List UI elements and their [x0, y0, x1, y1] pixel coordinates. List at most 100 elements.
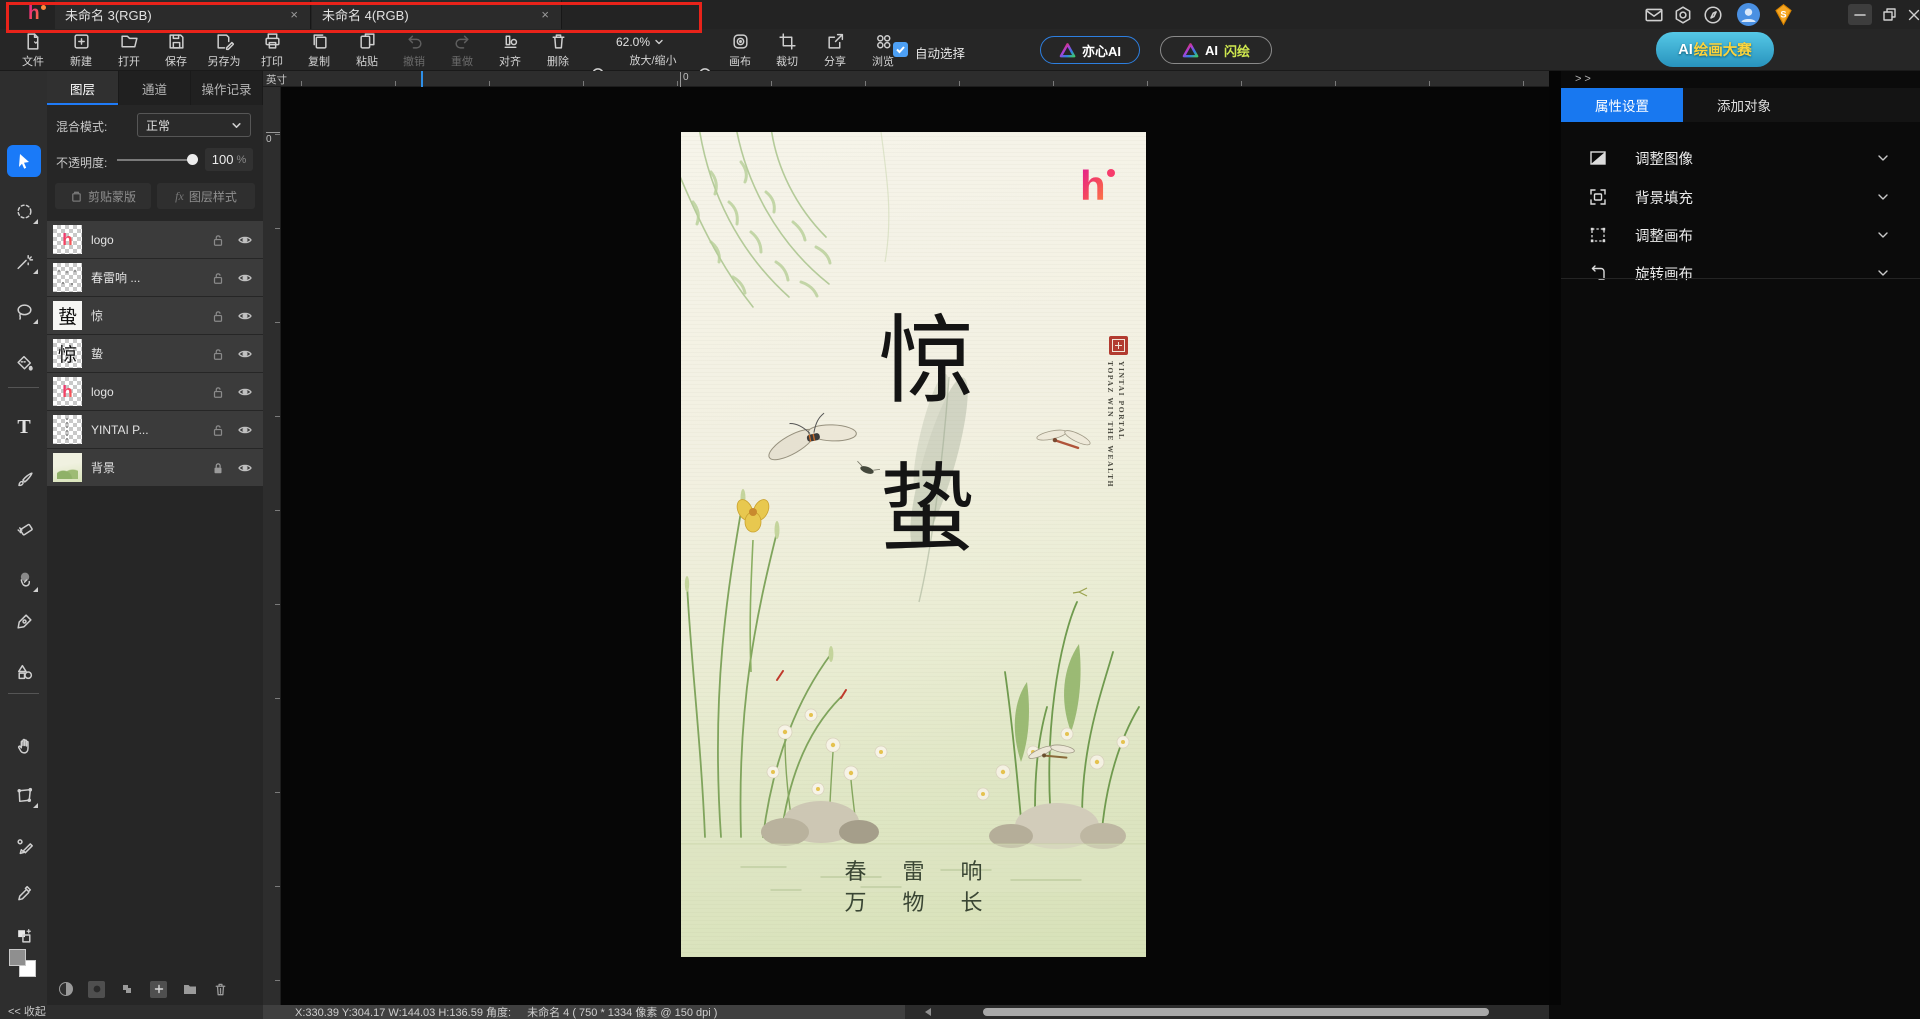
chevron-down-icon[interactable]: [1876, 228, 1890, 242]
document-tab-2[interactable]: 未命名 4(RGB) ×: [312, 0, 562, 29]
foreground-color[interactable]: [9, 949, 26, 966]
tab-property-settings[interactable]: 属性设置: [1561, 88, 1683, 122]
mask-icon[interactable]: [88, 981, 105, 998]
delete-layer-icon[interactable]: [212, 981, 229, 998]
adjustment-icon[interactable]: [57, 981, 74, 998]
move-tool[interactable]: [7, 145, 41, 177]
poster-document[interactable]: 惊 蛰 h YINTAI PORTAL TOPAZ WIN THE WEALTH…: [681, 132, 1146, 957]
open-button[interactable]: 打开: [106, 32, 152, 69]
tab-add-object[interactable]: 添加对象: [1683, 88, 1805, 122]
blend-mode-select[interactable]: 正常: [137, 113, 251, 137]
delete-button[interactable]: 删除: [535, 32, 581, 69]
tab-layers[interactable]: 图层: [47, 71, 119, 105]
compass-icon[interactable]: [1703, 5, 1723, 25]
document-tab-1[interactable]: 未命名 3(RGB) ×: [55, 0, 311, 29]
print-button[interactable]: 打印: [249, 32, 295, 69]
opacity-value[interactable]: 100 %: [205, 148, 253, 171]
ai-contest-badge[interactable]: AI绘画大赛: [1656, 32, 1774, 67]
canvas-area[interactable]: 0 0 英寸: [263, 71, 1549, 1005]
unlock-icon[interactable]: [211, 309, 225, 323]
unlock-icon[interactable]: [211, 271, 225, 285]
unlock-icon[interactable]: [211, 347, 225, 361]
mail-icon[interactable]: [1644, 5, 1664, 25]
panel-collapse-control[interactable]: >>: [1575, 73, 1594, 85]
redo-button[interactable]: 重做: [439, 32, 485, 69]
layer-row-yintai[interactable]: YINTAI P...: [47, 411, 263, 448]
layer-row-zhe[interactable]: 惊 蛰: [47, 335, 263, 372]
visibility-eye-icon[interactable]: [237, 270, 253, 286]
horizontal-scrollbar[interactable]: [905, 1005, 1549, 1019]
settings-icon[interactable]: [1673, 5, 1693, 25]
document-tab-2-close-icon[interactable]: ×: [539, 7, 551, 22]
horizontal-scrollbar-thumb[interactable]: [983, 1008, 1489, 1016]
clip-mask-button[interactable]: 剪贴蒙版: [55, 183, 151, 209]
collapse-panel-button[interactable]: << 收起: [8, 1005, 46, 1019]
layer-row-logo-top[interactable]: h logo: [47, 221, 263, 258]
window-minimize-button[interactable]: [1848, 4, 1872, 25]
zoom-level-value[interactable]: 62.0%: [616, 35, 664, 49]
visibility-eye-icon[interactable]: [237, 460, 253, 476]
add-layer-icon[interactable]: [150, 981, 167, 998]
paste-button[interactable]: 粘贴: [344, 32, 390, 69]
unlock-icon[interactable]: [211, 233, 225, 247]
scroll-left-arrow-icon[interactable]: [925, 1008, 931, 1016]
foreground-background-swatch[interactable]: [9, 949, 39, 979]
opacity-slider-handle[interactable]: [187, 154, 198, 165]
save-button[interactable]: 保存: [153, 32, 199, 69]
file-menu-button[interactable]: 文件: [10, 32, 56, 69]
align-button[interactable]: 对齐: [487, 32, 533, 69]
eraser-tool[interactable]: [7, 513, 41, 545]
visibility-eye-icon[interactable]: [237, 232, 253, 248]
window-close-button[interactable]: [1902, 4, 1920, 25]
layer-row-slogan[interactable]: 春雷响 ...: [47, 259, 263, 296]
auto-select-checkbox[interactable]: [893, 42, 908, 57]
paint-bucket-tool[interactable]: [7, 347, 41, 379]
pen-tool[interactable]: [7, 605, 41, 637]
layer-row-jing[interactable]: 蛰 惊: [47, 297, 263, 334]
hand-tool[interactable]: [7, 729, 41, 761]
save-as-button[interactable]: 另存为: [201, 32, 247, 69]
vip-gem-icon[interactable]: S: [1772, 3, 1792, 23]
eyedropper-tool[interactable]: [7, 876, 41, 908]
shapes-tool[interactable]: [7, 655, 41, 687]
unlock-icon[interactable]: [211, 423, 225, 437]
app-logo[interactable]: h: [28, 3, 40, 25]
layer-row-logo-bottom[interactable]: h logo: [47, 373, 263, 410]
adjust-canvas-item[interactable]: 调整画布: [1561, 216, 1920, 254]
tab-channels[interactable]: 通道: [119, 71, 191, 105]
lasso-tool[interactable]: [7, 295, 41, 327]
chevron-down-icon[interactable]: [1876, 151, 1890, 165]
user-avatar[interactable]: [1737, 3, 1757, 23]
share-button[interactable]: 分享: [812, 32, 858, 69]
unlock-icon[interactable]: [211, 385, 225, 399]
new-button[interactable]: 新建: [58, 32, 104, 69]
opacity-slider[interactable]: [117, 159, 195, 161]
background-fill-item[interactable]: 背景填充: [1561, 178, 1920, 216]
lock-icon[interactable]: [211, 461, 225, 475]
visibility-eye-icon[interactable]: [237, 422, 253, 438]
marquee-select-tool[interactable]: [7, 195, 41, 227]
rotate-canvas-item[interactable]: 旋转画布: [1561, 254, 1920, 292]
layer-row-background[interactable]: 背景: [47, 449, 263, 486]
visibility-eye-icon[interactable]: [237, 308, 253, 324]
document-tab-1-close-icon[interactable]: ×: [288, 7, 300, 22]
crop-button[interactable]: 裁切: [764, 32, 810, 69]
tab-history[interactable]: 操作记录: [191, 71, 263, 105]
canvas-button[interactable]: 画布: [717, 32, 763, 69]
group-folder-icon[interactable]: [181, 981, 198, 998]
copy-button[interactable]: 复制: [296, 32, 342, 69]
yixin-ai-button[interactable]: 亦心AI: [1040, 36, 1140, 64]
magic-wand-tool[interactable]: [7, 245, 41, 277]
layer-style-button[interactable]: fx 图层样式: [157, 183, 255, 209]
window-restore-button[interactable]: [1877, 4, 1901, 25]
undo-button[interactable]: 撤销: [391, 32, 437, 69]
duplicate-icon[interactable]: [119, 981, 136, 998]
visibility-eye-icon[interactable]: [237, 384, 253, 400]
repair-brush-tool[interactable]: [7, 829, 41, 861]
chevron-down-icon[interactable]: [1876, 190, 1890, 204]
ai-flash-draw-button[interactable]: AI闪绘: [1160, 36, 1272, 64]
brush-tool[interactable]: [7, 463, 41, 495]
smudge-tool[interactable]: [7, 563, 41, 595]
visibility-eye-icon[interactable]: [237, 346, 253, 362]
transform-tool[interactable]: [7, 779, 41, 811]
